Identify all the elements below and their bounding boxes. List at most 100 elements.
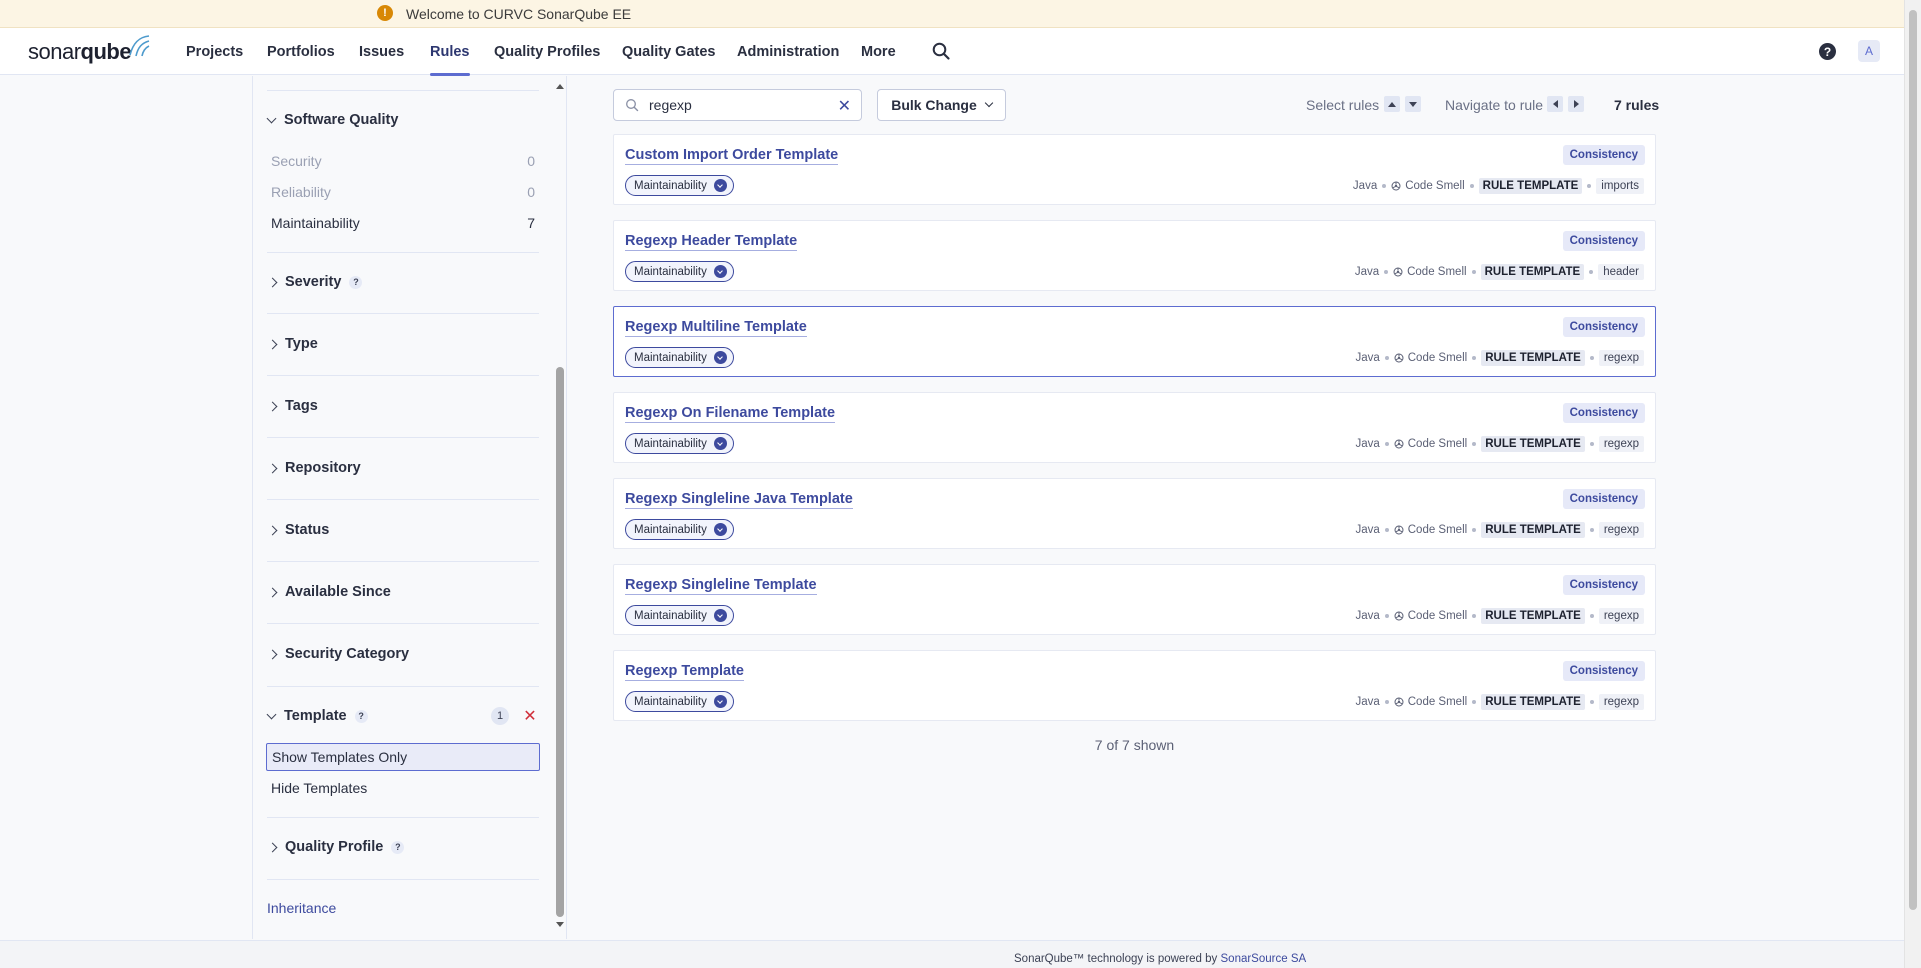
rule-title-link[interactable]: Custom Import Order Template [625,146,839,165]
rule-title-link[interactable]: Regexp Template [625,662,744,681]
rule-tag[interactable]: regexp [1598,694,1644,710]
logo-waves-icon [129,35,150,57]
rule-tag[interactable]: imports [1596,178,1644,194]
sidebar-scrollbar-thumb[interactable] [556,367,564,917]
help-icon[interactable]: ? [349,275,363,289]
nav-issues[interactable]: Issues [359,28,404,75]
facet-item-hide-templates[interactable]: Hide Templates [266,774,540,802]
facet-tags[interactable]: Tags [267,396,318,416]
clear-filter-icon[interactable]: ✕ [521,707,539,725]
facet-item-security[interactable]: Security 0 [266,147,540,175]
help-icon[interactable]: ? [391,840,405,854]
navigate-next-rule-button[interactable] [1568,96,1584,112]
chevron-right-icon [267,842,278,852]
nav-more[interactable]: More [861,28,896,75]
code-smell-icon [1394,697,1404,707]
rule-title-link[interactable]: Regexp Singleline Java Template [625,490,853,509]
clean-code-attribute-badge[interactable]: Consistency [1562,317,1645,337]
clean-code-attribute-badge[interactable]: Consistency [1562,231,1645,251]
software-quality-pill[interactable]: Maintainability [625,605,734,626]
rule-meta: Java Code Smell RULE TEMPLATE header [1355,263,1644,281]
facet-item-reliability[interactable]: Reliability 0 [266,178,540,206]
rule-tag[interactable]: regexp [1598,522,1644,538]
nav-portfolios[interactable]: Portfolios [267,28,335,75]
clear-search-icon[interactable]: ✕ [838,96,851,116]
search-icon[interactable] [931,41,951,61]
rule-row[interactable]: Regexp Template Consistency Maintainabil… [613,650,1656,721]
rule-row[interactable]: Regexp Header Template Consistency Maint… [613,220,1656,291]
avatar[interactable]: A [1858,40,1880,62]
clean-code-attribute-badge[interactable]: Consistency [1562,145,1645,165]
bulk-change-button[interactable]: Bulk Change [877,89,1006,121]
chevron-down-icon [713,523,727,536]
facet-type[interactable]: Type [267,334,318,354]
sonarsource-link[interactable]: SonarSource SA [1221,953,1307,965]
software-quality-pill[interactable]: Maintainability [625,261,734,282]
facet-software-quality[interactable]: Software Quality [266,110,398,130]
software-quality-pill[interactable]: Maintainability [625,519,734,540]
chevron-down-icon [713,179,727,192]
sonarqube-logo[interactable]: sonarqube [28,35,155,67]
rule-type: Code Smell [1407,696,1468,708]
rule-language: Java [1355,696,1380,708]
rule-title-link[interactable]: Regexp On Filename Template [625,404,836,423]
facet-quality-profile[interactable]: Quality Profile ? [267,837,405,857]
code-smell-icon [1393,267,1403,277]
rule-title-link[interactable]: Regexp Header Template [625,232,798,251]
facet-security-category[interactable]: Security Category [267,644,409,664]
rule-language: Java [1355,438,1380,450]
sidebar-scrollbar[interactable] [554,82,566,932]
rule-row[interactable]: Regexp Singleline Java Template Consiste… [613,478,1656,549]
rule-template-badge: RULE TEMPLATE [1481,436,1585,452]
help-icon[interactable]: ? [354,709,368,723]
scroll-up-arrow-icon[interactable] [556,84,564,89]
inheritance-link[interactable]: Inheritance [267,900,336,916]
rule-tag[interactable]: regexp [1598,608,1644,624]
clean-code-attribute-badge[interactable]: Consistency [1562,403,1645,423]
nav-quality-gates[interactable]: Quality Gates [622,28,715,75]
clean-code-attribute-badge[interactable]: Consistency [1562,489,1645,509]
arrow-down-icon [1409,101,1417,107]
rule-language: Java [1354,266,1380,278]
software-quality-pill[interactable]: Maintainability [625,691,734,712]
nav-rules[interactable]: Rules [430,28,470,76]
page-scrollbar[interactable] [1904,0,1921,968]
nav-quality-profiles[interactable]: Quality Profiles [494,28,600,75]
facet-item-show-templates-only[interactable]: Show Templates Only [266,743,540,771]
rule-row[interactable]: Regexp Multiline Template Consistency Ma… [613,306,1656,377]
rule-row[interactable]: Regexp Singleline Template Consistency M… [613,564,1656,635]
nav-administration[interactable]: Administration [737,28,839,75]
warning-icon: ! [377,5,393,21]
facet-template[interactable]: Template ? [266,706,368,726]
facet-repository[interactable]: Repository [267,458,361,478]
clean-code-attribute-badge[interactable]: Consistency [1562,575,1645,595]
rule-title-link[interactable]: Regexp Multiline Template [625,318,807,337]
software-quality-pill[interactable]: Maintainability [625,175,734,196]
search-input[interactable] [649,97,829,113]
rule-title-link[interactable]: Regexp Singleline Template [625,576,817,595]
facet-available-since[interactable]: Available Since [267,582,391,602]
select-next-rule-button[interactable] [1405,96,1421,112]
software-quality-pill[interactable]: Maintainability [625,347,734,368]
rule-tag[interactable]: regexp [1598,350,1644,366]
help-icon[interactable]: ? [1819,43,1836,60]
facet-item-maintainability[interactable]: Maintainability 7 [266,209,540,237]
rule-tag[interactable]: regexp [1598,436,1644,452]
rule-tag[interactable]: header [1598,264,1644,280]
page-scrollbar-thumb[interactable] [1909,10,1917,910]
facet-severity[interactable]: Severity ? [267,272,363,292]
software-quality-pill[interactable]: Maintainability [625,433,734,454]
rules-count: 7 rules [1614,97,1660,113]
rule-meta: Java Code Smell RULE TEMPLATE regexp [1355,693,1644,711]
arrow-right-icon [1573,100,1579,108]
nav-projects[interactable]: Projects [186,28,243,75]
rule-row[interactable]: Regexp On Filename Template Consistency … [613,392,1656,463]
scroll-down-arrow-icon[interactable] [556,922,564,927]
clean-code-attribute-badge[interactable]: Consistency [1562,661,1645,681]
rule-search-box[interactable]: ✕ [613,89,862,121]
navigate-previous-rule-button[interactable] [1547,96,1563,112]
page-footer: SonarQube™ technology is powered by Sona… [0,940,1904,968]
select-previous-rule-button[interactable] [1384,96,1400,112]
rule-row[interactable]: Custom Import Order Template Consistency… [613,134,1656,205]
facet-status[interactable]: Status [267,520,329,540]
